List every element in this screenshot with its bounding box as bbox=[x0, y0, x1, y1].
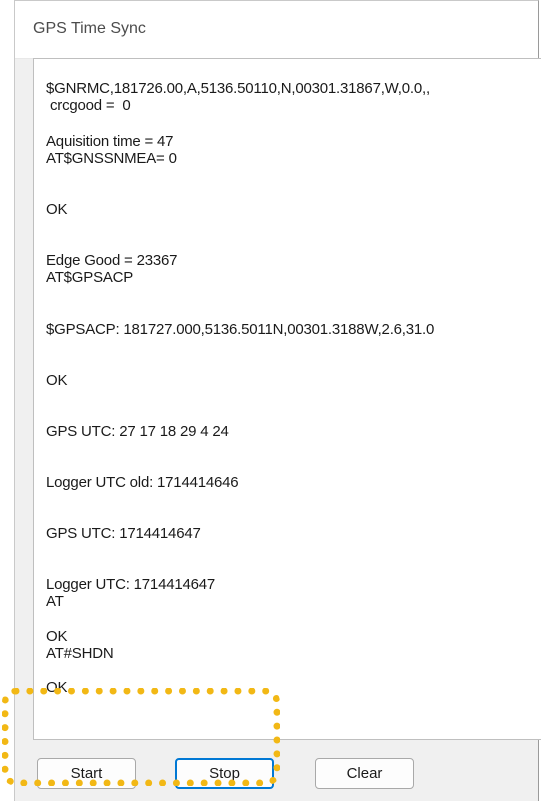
log-line: $GNRMC,181726.00,A,5136.50110,N,00301.31… bbox=[46, 80, 430, 97]
log-line: OK bbox=[46, 372, 68, 389]
log-line: Edge Good = 23367 bbox=[46, 252, 178, 269]
log-line: $GPSACP: 181727.000,5136.5011N,00301.318… bbox=[46, 321, 435, 338]
stop-button[interactable]: Stop bbox=[175, 758, 274, 789]
log-output[interactable]: $GNRMC,181726.00,A,5136.50110,N,00301.31… bbox=[33, 58, 541, 740]
start-button[interactable]: Start bbox=[37, 758, 136, 789]
clear-button[interactable]: Clear bbox=[315, 758, 414, 789]
log-line: crcgood = 0 bbox=[46, 97, 131, 114]
log-line: OK bbox=[46, 628, 68, 645]
log-line: OK bbox=[46, 679, 68, 696]
log-line: GPS UTC: 27 17 18 29 4 24 bbox=[46, 423, 229, 440]
window-title: GPS Time Sync bbox=[33, 20, 146, 37]
log-line: OK bbox=[46, 201, 68, 218]
title-bar[interactable]: GPS Time Sync bbox=[15, 1, 538, 59]
log-line: Logger UTC: 1714414647 bbox=[46, 576, 216, 593]
log-line: AT$GPSACP bbox=[46, 269, 134, 286]
log-line: AT$GNSSNMEA= 0 bbox=[46, 150, 177, 167]
log-line: AT#SHDN bbox=[46, 645, 114, 662]
gps-time-sync-window: GPS Time Sync $GNRMC,181726.00,A,5136.50… bbox=[14, 0, 541, 801]
log-line: Logger UTC old: 1714414646 bbox=[46, 474, 239, 491]
log-line: GPS UTC: 1714414647 bbox=[46, 525, 201, 542]
log-line: AT bbox=[46, 593, 64, 610]
log-line: Aquisition time = 47 bbox=[46, 133, 174, 150]
